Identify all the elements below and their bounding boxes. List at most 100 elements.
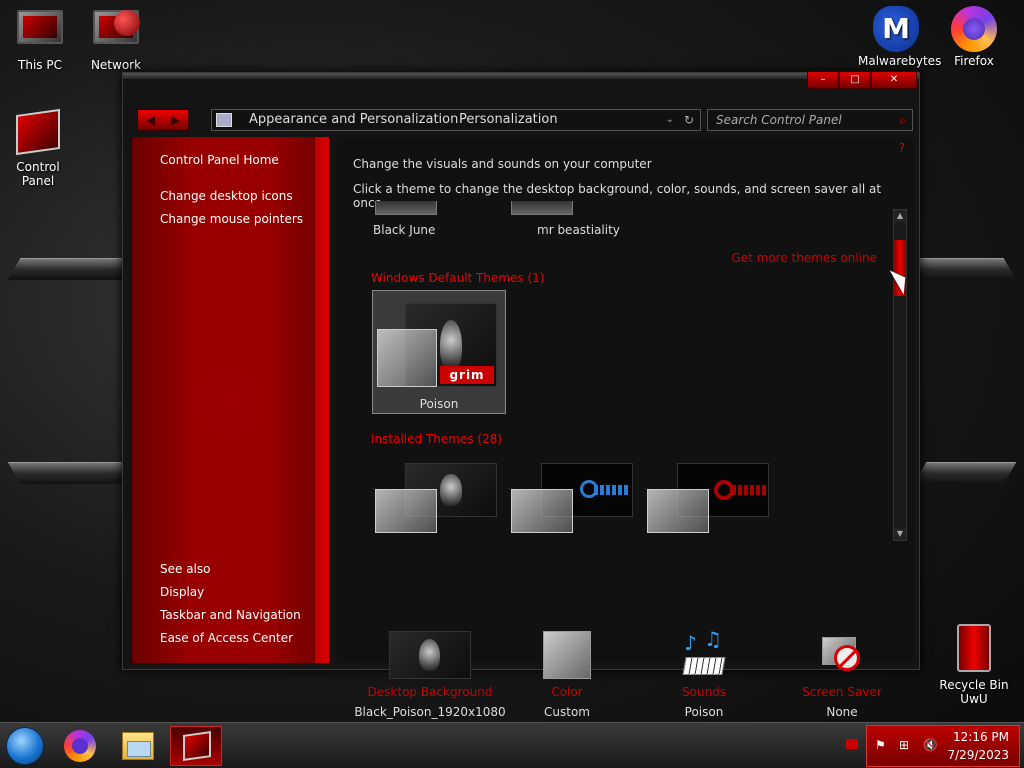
- flag-icon[interactable]: ⚑: [875, 738, 886, 752]
- taskbar: ⚑ ⊞ 🔇 12:16 PM 7/29/2023: [0, 722, 1024, 768]
- navigation-bar: ◀ ▶ Appearance and Personalization Perso…: [135, 107, 913, 133]
- desktop-icon-malwarebytes[interactable]: Malwarebytes: [858, 6, 942, 68]
- sounds-setting[interactable]: ♪ ♫ Sounds Poison: [634, 627, 774, 719]
- minimize-button[interactable]: –: [807, 71, 839, 89]
- chevron-down-icon[interactable]: ⌄: [666, 110, 674, 130]
- desktop-decoration: [913, 258, 1017, 280]
- control-panel-icon: [216, 113, 232, 127]
- theme-name-mr-beastiality[interactable]: mr beastiality: [537, 223, 667, 237]
- theme-name: Poison: [419, 397, 459, 411]
- default-themes-header: Windows Default Themes (1): [371, 271, 545, 285]
- system-tray: ⚑ ⊞ 🔇 12:16 PM 7/29/2023: [866, 725, 1020, 767]
- theme-card-poison[interactable]: grim Poison: [372, 290, 506, 414]
- theme-color-preview: [375, 489, 437, 533]
- setting-label: Desktop Background: [367, 685, 493, 699]
- breadcrumb-appearance[interactable]: Appearance and Personalization: [249, 110, 458, 130]
- see-also-header: See also: [160, 562, 211, 576]
- nav-arrows: ◀ ▶: [137, 109, 189, 131]
- desktop-background-setting[interactable]: Desktop Background Black_Poison_1920x108…: [345, 631, 515, 719]
- address-bar[interactable]: Appearance and Personalization Personali…: [211, 109, 701, 131]
- screen-saver-setting[interactable]: Screen Saver None: [772, 631, 912, 719]
- folder-icon: [122, 732, 154, 760]
- sidebar-link-control-panel-home[interactable]: Control Panel Home: [160, 153, 279, 167]
- network-icon: [92, 10, 140, 54]
- scroll-down-icon[interactable]: ▼: [894, 528, 906, 540]
- search-input[interactable]: Search Control Panel ⌕: [707, 109, 913, 131]
- desktop-icon-recycle-bin[interactable]: Recycle Bin UwU: [936, 624, 1012, 706]
- taskbar-file-explorer[interactable]: [112, 726, 164, 766]
- themes-list: Black June mr beastiality Get more theme…: [353, 201, 885, 541]
- breadcrumb-personalization[interactable]: Personalization: [459, 110, 558, 130]
- start-button[interactable]: [6, 727, 44, 765]
- theme-color-preview: [377, 329, 437, 387]
- theme-card-installed[interactable]: [647, 463, 769, 541]
- setting-label: Sounds: [681, 685, 727, 699]
- close-button[interactable]: ✕: [871, 71, 917, 89]
- setting-value: None: [826, 705, 858, 719]
- sidebar-link-desktop-icons[interactable]: Change desktop icons: [160, 189, 293, 203]
- taskbar-firefox[interactable]: [54, 726, 106, 766]
- firefox-icon: [950, 6, 998, 52]
- forward-button[interactable]: ▶: [163, 110, 188, 130]
- desktop-decoration: [7, 258, 137, 280]
- firefox-icon: [64, 730, 96, 762]
- sidebar-link-mouse-pointers[interactable]: Change mouse pointers: [160, 212, 303, 226]
- page-title: Change the visuals and sounds on your co…: [353, 157, 652, 171]
- help-icon[interactable]: ?: [899, 141, 905, 155]
- setting-label: Screen Saver: [802, 685, 882, 699]
- desktop-decoration: [913, 462, 1017, 484]
- desktop-icon-label: Control Panel: [16, 160, 60, 188]
- theme-settings-row: Desktop Background Black_Poison_1920x108…: [337, 557, 915, 719]
- theme-thumbnail[interactable]: [511, 201, 573, 215]
- setting-value: Custom: [544, 705, 590, 719]
- search-placeholder: Search Control Panel: [716, 113, 842, 127]
- back-button[interactable]: ◀: [138, 110, 163, 130]
- control-panel-icon: [14, 108, 62, 156]
- volume-muted-icon[interactable]: 🔇: [923, 738, 938, 752]
- network-icon[interactable]: ⊞: [899, 738, 909, 752]
- clock[interactable]: 12:16 PM 7/29/2023: [947, 728, 1009, 764]
- theme-card-installed[interactable]: [375, 463, 497, 541]
- clock-date: 7/29/2023: [947, 748, 1009, 762]
- installed-themes-header: Installed Themes (28): [371, 432, 503, 446]
- content-pane: ? Change the visuals and sounds on your …: [337, 137, 915, 719]
- desktop-decoration: [7, 462, 137, 484]
- sounds-icon: ♪ ♫: [680, 627, 728, 679]
- search-icon[interactable]: ⌕: [899, 110, 906, 130]
- sidebar: Control Panel Home Change desktop icons …: [131, 137, 329, 663]
- desktop-icon-this-pc[interactable]: This PC: [2, 6, 78, 72]
- maximize-button[interactable]: □: [839, 71, 871, 89]
- window-frame-top: [123, 73, 919, 79]
- themes-scrollbar[interactable]: ▲ ▼: [893, 209, 907, 541]
- theme-color-preview: [647, 489, 709, 533]
- desktop-icon-control-panel[interactable]: Control Panel: [0, 108, 76, 188]
- desktop-icon-label: Firefox: [954, 54, 994, 68]
- taskbar-control-panel[interactable]: [170, 726, 222, 766]
- theme-card-installed[interactable]: [511, 463, 633, 541]
- recycle-bin-icon: [950, 624, 998, 674]
- personalization-window: – □ ✕ ◀ ▶ Appearance and Personalization…: [122, 71, 920, 719]
- caption-buttons: – □ ✕: [807, 71, 917, 89]
- monitor-icon: [16, 10, 64, 54]
- desktop-icon-label: Malwarebytes: [858, 54, 942, 68]
- show-hidden-icons[interactable]: [846, 739, 858, 749]
- malwarebytes-icon: [872, 6, 920, 52]
- sidebar-emblem: [184, 367, 274, 437]
- scroll-up-icon[interactable]: ▲: [894, 210, 906, 222]
- sidebar-edge: [315, 137, 329, 663]
- desktop-icon-label: This PC: [18, 58, 62, 72]
- control-panel-icon: [183, 731, 211, 761]
- theme-name-black-june[interactable]: Black June: [373, 223, 503, 237]
- sidebar-link-ease-of-access[interactable]: Ease of Access Center: [160, 631, 293, 645]
- sidebar-link-display[interactable]: Display: [160, 585, 204, 599]
- theme-thumbnail[interactable]: [375, 201, 437, 215]
- theme-color-preview: [511, 489, 573, 533]
- setting-value: Black_Poison_1920x1080: [354, 705, 506, 719]
- desktop-icon-firefox[interactable]: Firefox: [936, 6, 1012, 68]
- get-more-themes-link[interactable]: Get more themes online: [731, 251, 877, 265]
- refresh-icon[interactable]: ↻: [684, 110, 694, 130]
- sidebar-link-taskbar[interactable]: Taskbar and Navigation: [160, 608, 301, 622]
- color-setting[interactable]: Color Custom: [497, 631, 637, 719]
- screen-saver-icon: [818, 631, 866, 679]
- desktop-icon-network[interactable]: Network: [78, 6, 154, 72]
